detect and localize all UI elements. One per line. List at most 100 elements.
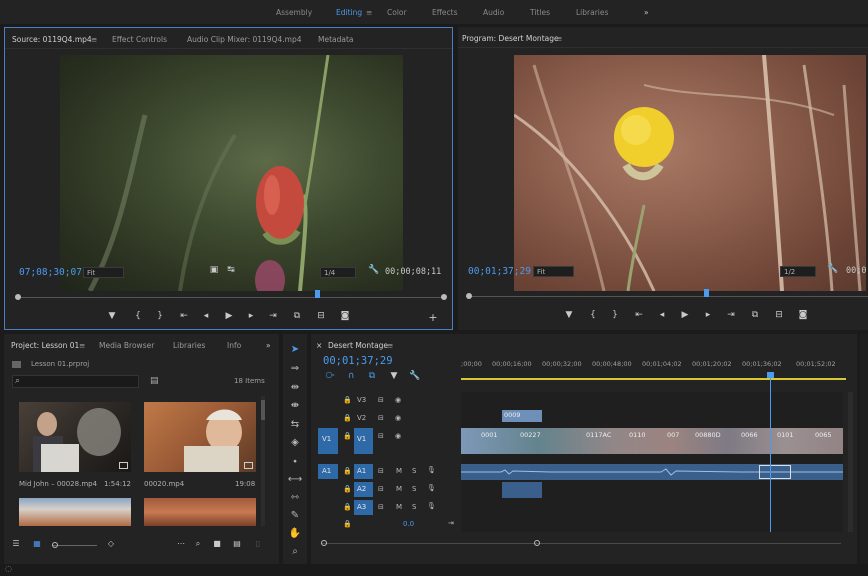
program-resolution-select[interactable]: 1/2 (780, 266, 816, 277)
sync-lock-icon[interactable]: ⊟ (378, 485, 384, 493)
tab-libraries[interactable]: Libraries (173, 341, 205, 350)
timeline-tab-menu-icon[interactable]: ≡ (387, 341, 393, 350)
track-target-a1[interactable]: A1 (354, 464, 373, 479)
razor-tool-icon[interactable]: ◈ (287, 437, 303, 448)
export-frame-icon[interactable]: ▣ (207, 265, 221, 275)
lock-icon[interactable]: 🔒 (343, 485, 352, 493)
microphone-icon[interactable]: 🎙 (427, 466, 436, 474)
timeline-horizontal-scrollbar[interactable] (321, 540, 841, 546)
source-timecode[interactable]: 07;08;30;07 (19, 267, 82, 278)
eye-icon[interactable]: ◉ (395, 414, 401, 422)
lock-icon[interactable]: 🔒 (343, 432, 352, 440)
zoom-tool-icon[interactable]: ⌕ (287, 546, 303, 557)
project-scrollbar[interactable] (261, 396, 265, 526)
program-add-marker-icon[interactable]: ▼ (562, 310, 576, 320)
lift-icon[interactable]: ⧉ (748, 310, 762, 320)
settings-wrench-icon[interactable]: 🔧 (367, 265, 381, 275)
timeline-timecode[interactable]: 00;01;37;29 (323, 355, 393, 367)
step-forward-icon[interactable]: ▸ (244, 311, 258, 321)
lock-icon[interactable]: 🔒 (343, 414, 352, 422)
workspace-overflow-icon[interactable]: » (644, 8, 649, 17)
razor-blade-icon[interactable]: ⬩ (287, 456, 303, 467)
project-tab-menu-icon[interactable]: ≡ (79, 341, 85, 350)
tab-source[interactable]: Source: 0119Q4.mp4 (12, 35, 92, 44)
master-end-icon[interactable]: ⇥ (448, 519, 454, 527)
solo-button[interactable]: S (412, 503, 416, 511)
track-target-a3[interactable]: A3 (354, 500, 373, 515)
track-label-v2[interactable]: V2 (357, 414, 366, 422)
workspace-titles[interactable]: Titles (530, 8, 550, 17)
v1-track-clips[interactable]: 0001 00227 0117AC 0110 007 00880D 0066 0… (461, 428, 843, 454)
eye-icon[interactable]: ◉ (395, 396, 401, 404)
source-scrub-start[interactable] (15, 294, 21, 300)
sync-lock-icon[interactable]: ⊟ (378, 432, 384, 440)
lock-icon[interactable]: 🔒 (343, 467, 352, 475)
sync-lock-icon[interactable]: ⊟ (378, 414, 384, 422)
program-play-icon[interactable]: ▶ (678, 310, 692, 320)
find-icon[interactable]: ⌕ (191, 539, 205, 549)
insert-icon[interactable]: ↹ (224, 265, 238, 275)
program-go-to-out-icon[interactable]: ⇥ (724, 310, 738, 320)
track-label-v3[interactable]: V3 (357, 396, 366, 404)
timeline-tracks[interactable]: 0009 0001 00227 0117AC 0110 007 00880D 0… (461, 372, 843, 532)
mute-button[interactable]: M (396, 467, 402, 475)
slip-tool-icon[interactable]: ⟷ (287, 474, 303, 485)
program-settings-wrench-icon[interactable]: 🔧 (826, 264, 840, 274)
camera-icon[interactable]: ◙ (338, 311, 352, 321)
timeline-vertical-scrollbar[interactable] (848, 392, 853, 532)
new-item-icon[interactable]: ▤ (230, 539, 244, 548)
source-scrub-end[interactable] (441, 294, 447, 300)
source-patch-a1[interactable]: A1 (318, 464, 338, 479)
timeline-add-marker-icon[interactable]: ▼ (387, 371, 401, 381)
lock-icon[interactable]: 🔒 (343, 503, 352, 511)
sort-icon[interactable]: ◇ (104, 539, 118, 548)
timeline-settings-icon[interactable]: 🔧 (408, 371, 422, 381)
program-step-back-icon[interactable]: ◂ (655, 310, 669, 320)
timeline-clip-v2[interactable]: 0009 (502, 410, 542, 422)
tab-media-browser[interactable]: Media Browser (99, 341, 154, 350)
rate-stretch-tool-icon[interactable]: ⇆ (287, 419, 303, 430)
workspace-audio[interactable]: Audio (483, 8, 504, 17)
source-resolution-select[interactable]: 1/4 (320, 267, 356, 278)
extract-icon[interactable]: ⊟ (772, 310, 786, 320)
insert-overwrite-icon[interactable]: ⧂ (323, 371, 337, 381)
track-target-a2[interactable]: A2 (354, 482, 373, 497)
workspace-color[interactable]: Color (387, 8, 407, 17)
workspace-effects[interactable]: Effects (432, 8, 458, 17)
project-search-input[interactable]: ⌕ (12, 375, 139, 388)
mark-out-icon[interactable]: } (153, 311, 167, 321)
selection-tool-icon[interactable]: ➤ (287, 344, 303, 355)
pen-tool-icon[interactable]: ✎ (287, 510, 303, 521)
add-marker-icon[interactable]: ▼ (105, 311, 119, 321)
new-bin-icon[interactable]: ▤ (150, 376, 159, 386)
ripple-edit-tool-icon[interactable]: ⇹ (287, 382, 303, 393)
workspace-editing[interactable]: Editing (336, 8, 362, 17)
folder-icon[interactable]: ■ (210, 539, 224, 548)
tab-project[interactable]: Project: Lesson 01 (11, 341, 79, 350)
snap-icon[interactable]: ∩ (344, 371, 358, 381)
program-playhead[interactable] (704, 289, 709, 297)
tab-info[interactable]: Info (227, 341, 241, 350)
source-patch-v1[interactable]: V1 (318, 428, 338, 454)
overwrite-button-icon[interactable]: ⊟ (314, 311, 328, 321)
source-fit-select[interactable]: Fit (83, 267, 124, 278)
insert-button-icon[interactable]: ⧉ (290, 311, 304, 321)
program-tab-menu-icon[interactable]: ≡ (556, 34, 562, 43)
clip-thumbnail-desert-2[interactable] (144, 498, 256, 526)
lock-icon[interactable]: 🔒 (343, 520, 352, 528)
tab-program[interactable]: Program: Desert Montage (462, 34, 559, 43)
list-view-icon[interactable]: ☰ (9, 539, 23, 548)
source-playhead[interactable] (315, 290, 320, 298)
hand-tool-icon[interactable]: ✋ (287, 528, 303, 539)
linked-selection-icon[interactable]: ⧉ (365, 371, 379, 381)
add-button-icon[interactable]: + (426, 311, 440, 324)
workspace-assembly[interactable]: Assembly (276, 8, 312, 17)
workspace-menu-icon[interactable]: ≡ (366, 8, 372, 17)
sync-lock-icon[interactable]: ⊟ (378, 396, 384, 404)
solo-button[interactable]: S (412, 485, 416, 493)
tab-menu-icon[interactable]: ≡ (91, 35, 97, 44)
go-to-out-icon[interactable]: ⇥ (266, 311, 280, 321)
sync-lock-icon[interactable]: ⊟ (378, 503, 384, 511)
tab-metadata[interactable]: Metadata (318, 35, 354, 44)
trash-icon[interactable]: ▯ (251, 539, 265, 548)
